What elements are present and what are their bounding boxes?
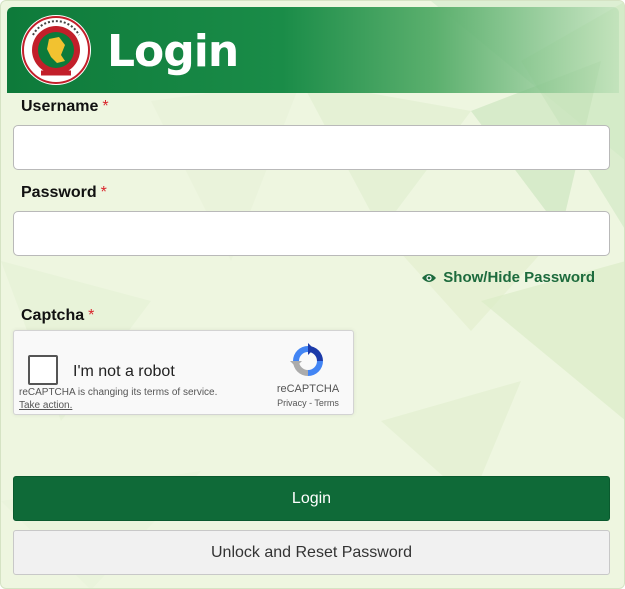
password-input[interactable]	[13, 211, 610, 256]
recaptcha-take-action-link[interactable]: Take action.	[19, 400, 72, 411]
page-title: Login	[107, 26, 239, 77]
password-label-text: Password	[21, 184, 97, 201]
login-button[interactable]: Login	[13, 476, 610, 521]
recaptcha-terms-link[interactable]: Terms	[314, 398, 339, 408]
required-mark: *	[102, 98, 109, 115]
show-hide-password-toggle[interactable]: Show/Hide Password	[421, 269, 595, 286]
login-header: Login	[7, 7, 619, 93]
government-seal-logo	[21, 15, 91, 85]
recaptcha-logo-icon	[290, 343, 323, 376]
unlock-reset-password-button[interactable]: Unlock and Reset Password	[13, 530, 610, 575]
captcha-label-text: Captcha	[21, 307, 85, 324]
username-label-text: Username	[21, 98, 99, 115]
eye-icon	[422, 273, 437, 282]
username-label: Username *	[21, 98, 109, 116]
login-panel: Login Username * Password * Show/Hide Pass…	[0, 0, 625, 589]
recaptcha-checkbox[interactable]	[28, 355, 58, 385]
recaptcha-privacy-link[interactable]: Privacy	[277, 398, 307, 408]
password-label: Password *	[21, 184, 107, 202]
recaptcha-widget: I'm not a robot reCAPTCHA is changing it…	[13, 330, 354, 415]
recaptcha-checkbox-label: I'm not a robot	[73, 363, 175, 380]
username-input[interactable]	[13, 125, 610, 170]
required-mark: *	[88, 307, 95, 324]
show-hide-password-label: Show/Hide Password	[443, 269, 595, 286]
recaptcha-brand: reCAPTCHA	[276, 383, 340, 395]
required-mark: *	[100, 184, 107, 201]
captcha-label: Captcha *	[21, 307, 94, 325]
recaptcha-notice: reCAPTCHA is changing its terms of servi…	[19, 387, 218, 398]
recaptcha-links: Privacy - Terms	[270, 398, 346, 408]
